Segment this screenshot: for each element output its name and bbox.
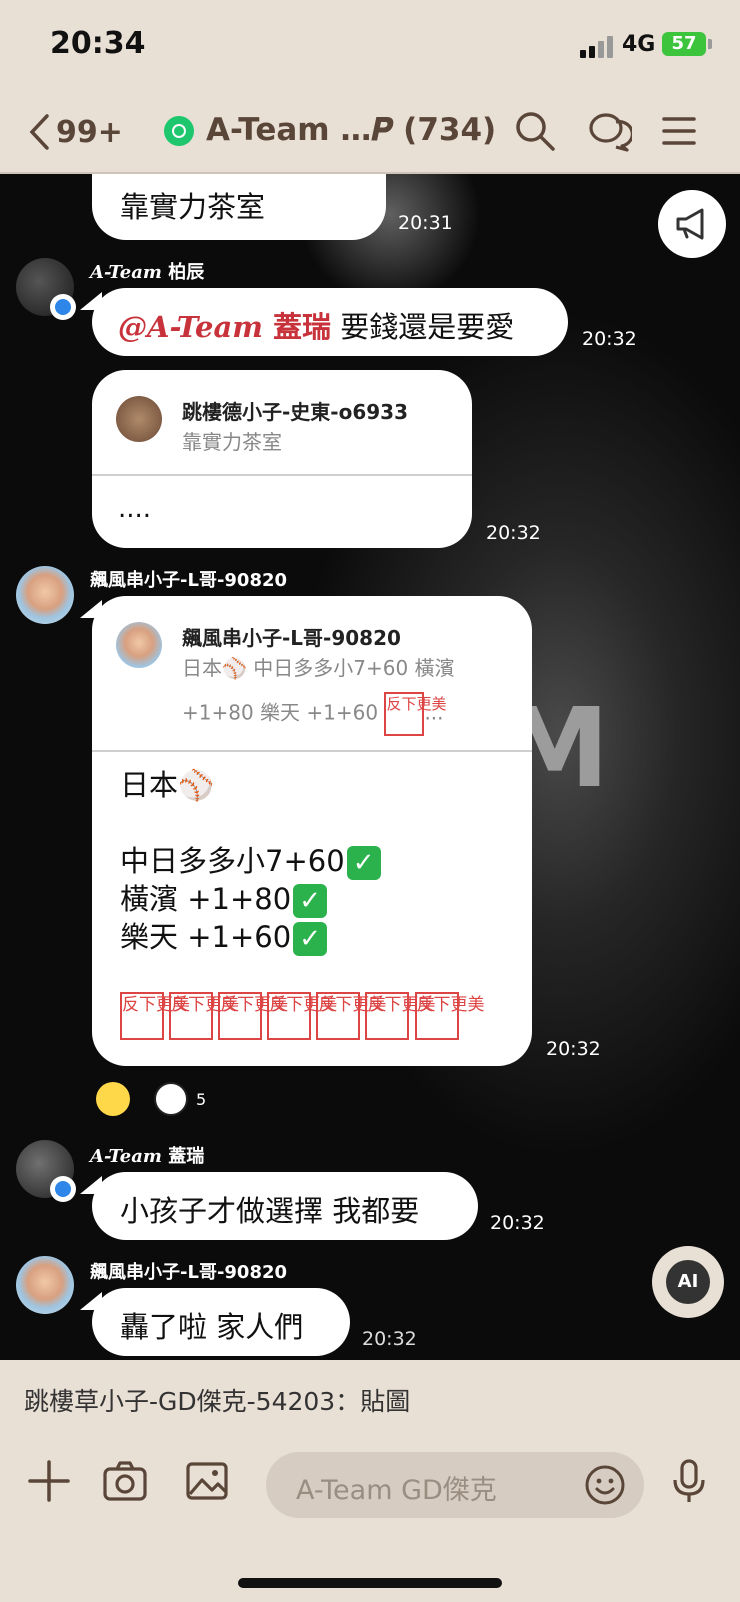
sender-name: 飆風串小子-L哥-90820 [90,570,288,591]
home-indicator[interactable] [238,1578,502,1588]
message-line: 日本⚾️ [120,768,215,802]
quoted-sender: 跳樓德小子-史東-o6933 [182,400,409,424]
reply-message-bubble[interactable]: 跳樓德小子-史東-o6933 靠實力茶室 .... [92,370,472,548]
input-bar: A-Team GD傑克 [0,1436,740,1602]
sender-name: A-Team 蓋瑞 [90,1146,205,1167]
sender-name: A-Team 柏辰 [90,262,205,283]
message-text: .... [118,494,152,524]
avatar [116,396,162,442]
message-line: 中日多多小7+60 ✓ [120,842,381,880]
quoted-message[interactable]: 飆風串小子-L哥-90820 日本⚾️ 中日多多小7+60 橫濱 +1+80 樂… [92,596,532,752]
back-button[interactable]: 99+ [28,110,148,154]
stamp-icon: 反下更美 [267,992,337,1040]
message-text: @A-Team 蓋瑞 要錢還是要愛 [118,310,515,344]
message-bubble[interactable]: @A-Team 蓋瑞 要錢還是要愛 [92,288,568,356]
quoted-message[interactable]: 跳樓德小子-史東-o6933 靠實力茶室 [92,370,472,476]
smile-reaction-icon[interactable] [96,1082,130,1116]
chat-header: 99+ A-Team …𝑷 (734) [0,92,740,174]
plus-icon[interactable] [24,1456,74,1506]
stamp-icon: 反下更美 [120,992,190,1040]
reply-message-bubble[interactable]: 飆風串小子-L哥-90820 日本⚾️ 中日多多小7+60 橫濱 +1+80 樂… [92,596,532,1066]
message-text: 小孩子才做選擇 我都要 [120,1194,420,1228]
message-line: 樂天 +1+60 ✓ [120,918,381,956]
crown-badge-icon [50,1176,76,1202]
battery-icon: 57 [662,32,712,56]
banner-text: 跳樓草小子-GD傑克-54203：貼圖 [24,1387,411,1416]
message-text: 靠實力茶室 [120,190,266,224]
chat-bubbles-icon[interactable] [586,108,632,154]
stamp-icon: 反下更美 [384,692,446,736]
camera-icon[interactable] [100,1456,150,1506]
back-chevron-icon [29,114,49,150]
stamp-icon: 反下更美 [414,992,485,1040]
ai-icon: AI [666,1260,710,1304]
chat-area[interactable]: M 靠實力茶室 20:31 A-Team 柏辰 @A-Team 蓋瑞 要錢還是要… [0,174,740,1360]
status-bar: 20:34 4G 57 [0,0,740,92]
input-placeholder: A-Team GD傑克 [296,1475,497,1506]
avatar[interactable] [16,1256,74,1314]
message-time: 20:31 [398,212,453,234]
group-icon [164,116,194,146]
mention: @A-Team 蓋瑞 [118,310,332,344]
message-input[interactable]: A-Team GD傑克 [266,1452,644,1518]
message-bubble[interactable]: 小孩子才做選擇 我都要 [92,1172,478,1240]
new-message-banner[interactable]: 跳樓草小子-GD傑克-54203：貼圖 [0,1360,740,1436]
message-line: 橫濱 +1+80 ✓ [120,880,381,918]
message-text: 轟了啦 家人們 [120,1310,304,1344]
thinking-reaction-icon[interactable] [154,1082,188,1116]
check-icon: ✓ [293,922,328,956]
message-body: 日本⚾️ 中日多多小7+60 ✓ 橫濱 +1+80 ✓ 樂天 +1+60 ✓ [120,766,381,956]
mic-icon[interactable] [664,1456,714,1506]
stamp-icon: 反下更美 [169,992,239,1040]
quoted-text: 日本⚾️ 中日多多小7+60 橫濱 [182,656,455,680]
message-bubble[interactable]: 靠實力茶室 [92,174,386,240]
quoted-text: +1+80 樂天 +1+60 反下更美... [182,692,446,736]
stamp-icon: 反下更美 [365,992,435,1040]
image-icon[interactable] [182,1456,232,1506]
reaction-count: 5 [196,1090,207,1109]
avatar[interactable] [16,566,74,624]
announcement-button[interactable] [658,190,726,258]
message-time: 20:32 [546,1038,601,1060]
message-time: 20:32 [582,328,637,350]
ai-button[interactable]: AI [652,1246,724,1318]
stamp-icon: 反下更美 [316,992,386,1040]
quoted-sender: 飆風串小子-L哥-90820 [182,626,401,650]
network-label: 4G [622,32,656,57]
stamp-row: 反下更美 反下更美 反下更美 反下更美 反下更美 反下更美 反下更美 [120,992,485,1040]
check-icon: ✓ [293,884,328,918]
status-time: 20:34 [50,26,146,61]
stamp-icon: 反下更美 [218,992,288,1040]
unread-count: 99+ [56,114,123,150]
search-icon[interactable] [512,108,558,154]
quoted-text: 靠實力茶室 [182,430,282,454]
group-title[interactable]: A-Team …𝑷 (734) [206,112,496,149]
sender-name: 飆風串小子-L哥-90820 [90,1262,288,1283]
menu-icon[interactable] [656,108,702,154]
emoji-icon[interactable] [582,1462,628,1508]
megaphone-icon [676,208,704,240]
message-time: 20:32 [490,1212,545,1234]
message-bubble[interactable]: 轟了啦 家人們 [92,1288,350,1356]
check-icon: ✓ [346,846,381,880]
message-time: 20:32 [486,522,541,544]
message-time: 20:32 [362,1328,417,1350]
signal-icon [580,36,616,58]
avatar [116,622,162,668]
crown-badge-icon [50,294,76,320]
